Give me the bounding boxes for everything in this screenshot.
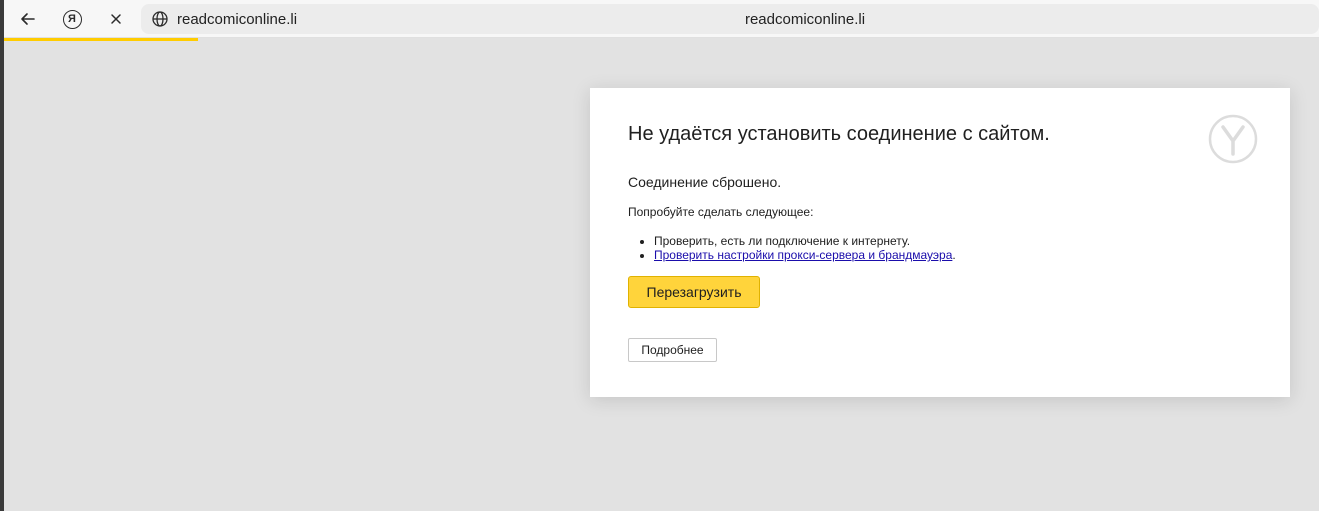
proxy-settings-link[interactable]: Проверить настройки прокси-сервера и бра… xyxy=(654,248,952,262)
error-card: Не удаётся установить соединение с сайто… xyxy=(590,88,1290,397)
stop-loading-button[interactable] xyxy=(102,5,130,33)
browser-toolbar: Я readcomiconline.li readcomiconline.li xyxy=(4,0,1319,38)
list-item: Проверить, есть ли подключение к интерне… xyxy=(654,234,956,248)
error-heading: Не удаётся установить соединение с сайто… xyxy=(628,123,1050,145)
yandex-browser-logo-icon xyxy=(1208,114,1258,164)
try-label: Попробуйте сделать следующее: xyxy=(628,205,814,219)
address-bar[interactable]: readcomiconline.li readcomiconline.li xyxy=(141,4,1319,34)
details-button[interactable]: Подробнее xyxy=(628,338,717,362)
reload-button[interactable]: Перезагрузить xyxy=(628,276,760,308)
window-left-edge xyxy=(0,0,4,511)
error-subtext: Соединение сброшено. xyxy=(628,174,782,190)
arrow-left-icon xyxy=(21,13,35,25)
yandex-button[interactable]: Я xyxy=(58,5,86,33)
suggestion-check-internet: Проверить, есть ли подключение к интерне… xyxy=(654,234,911,248)
list-item: Проверить настройки прокси-сервера и бра… xyxy=(654,248,956,262)
back-button[interactable] xyxy=(14,5,42,33)
loading-progress-bar xyxy=(4,38,198,41)
yandex-logo-icon: Я xyxy=(62,9,82,29)
suggestion-period: . xyxy=(952,248,956,262)
close-icon xyxy=(111,14,121,24)
suggestions-list: Проверить, есть ли подключение к интерне… xyxy=(654,234,956,262)
page-title: readcomiconline.li xyxy=(744,11,866,28)
yandex-glyph: Я xyxy=(68,12,76,25)
